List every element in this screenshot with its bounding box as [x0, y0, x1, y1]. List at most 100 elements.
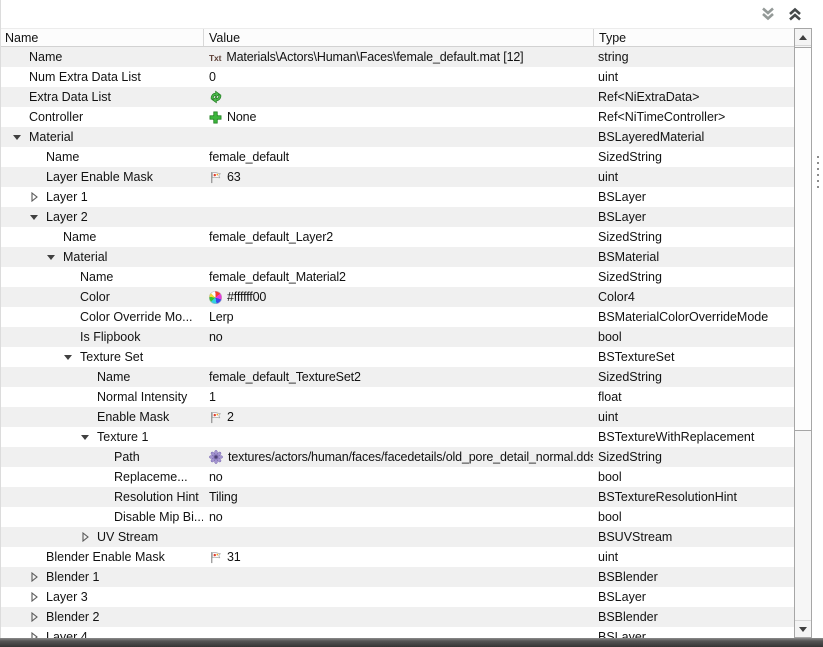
property-value-cell[interactable]: no [203, 507, 593, 527]
table-row[interactable]: UV Stream BSUVStream [1, 527, 794, 547]
table-row[interactable]: Is Flipbook no bool [1, 327, 794, 347]
property-value-cell[interactable]: 0 [203, 67, 593, 87]
property-value-cell[interactable]: female_default_Layer2 [203, 227, 593, 247]
table-row[interactable]: Disable Mip Bi... no bool [1, 507, 794, 527]
tree-collapsed-icon[interactable] [29, 572, 46, 582]
property-type: BSMaterial [598, 250, 660, 264]
property-value-cell[interactable] [203, 427, 593, 447]
property-value-cell[interactable]: #ffffff00 [203, 287, 593, 307]
property-name-cell: Disable Mip Bi... [1, 507, 203, 527]
table-row[interactable]: Blender 1 BSBlender [1, 567, 794, 587]
property-value: None [227, 110, 257, 124]
property-type: float [598, 390, 622, 404]
table-row[interactable]: Material BSMaterial [1, 247, 794, 267]
table-row[interactable]: Layer 3 BSLayer [1, 587, 794, 607]
tree-expanded-icon[interactable] [29, 212, 46, 222]
property-name-cell: Blender 2 [1, 607, 203, 627]
table-row[interactable]: Name female_default SizedString [1, 147, 794, 167]
property-value-cell[interactable]: 2 [203, 407, 593, 427]
property-value-cell[interactable]: Lerp [203, 307, 593, 327]
property-name: Blender 2 [46, 610, 100, 624]
property-value-cell[interactable]: no [203, 327, 593, 347]
table-row[interactable]: Enable Mask 2 uint [1, 407, 794, 427]
property-value-cell[interactable]: 63 [203, 167, 593, 187]
tree-collapsed-icon[interactable] [29, 592, 46, 602]
property-value: 0 [209, 70, 216, 84]
column-header-value[interactable]: Value [203, 29, 593, 46]
table-row[interactable]: Controller None Ref<NiTimeController> [1, 107, 794, 127]
table-row[interactable]: Layer 4 BSLayer [1, 627, 794, 638]
table-row[interactable]: Layer Enable Mask 63 uint [1, 167, 794, 187]
table-row[interactable]: Name female_default_Layer2 SizedString [1, 227, 794, 247]
property-name-cell: Replaceme... [1, 467, 203, 487]
property-value-cell[interactable] [203, 127, 593, 147]
property-value-cell[interactable] [203, 207, 593, 227]
property-value: 31 [227, 550, 241, 564]
property-type: BSUVStream [598, 530, 673, 544]
column-header-name[interactable]: Name [1, 29, 203, 46]
property-value-cell[interactable]: 1 [203, 387, 593, 407]
splitter-grip[interactable] [817, 156, 819, 192]
property-type: Ref<NiExtraData> [598, 90, 700, 104]
property-value-cell[interactable] [203, 567, 593, 587]
property-name-cell: Name [1, 147, 203, 167]
property-name: Texture 1 [97, 430, 149, 444]
tree-expanded-icon[interactable] [63, 352, 80, 362]
property-value-cell[interactable] [203, 347, 593, 367]
tree-collapsed-icon[interactable] [29, 612, 46, 622]
property-value-cell[interactable] [203, 527, 593, 547]
property-value: #ffffff00 [227, 290, 267, 304]
property-value: Lerp [209, 310, 234, 324]
table-row[interactable]: Replaceme... no bool [1, 467, 794, 487]
property-value-cell[interactable]: None [203, 107, 593, 127]
table-row[interactable]: Layer 1 BSLayer [1, 187, 794, 207]
property-name-cell: Layer 1 [1, 187, 203, 207]
column-header-type[interactable]: Type [593, 29, 794, 46]
tree-expanded-icon[interactable] [12, 132, 29, 142]
tree-collapsed-icon[interactable] [80, 532, 97, 542]
property-value-cell[interactable]: Tiling [203, 487, 593, 507]
tree-expanded-icon[interactable] [80, 432, 97, 442]
expand-all-button[interactable] [758, 4, 778, 24]
property-value-cell[interactable]: no [203, 467, 593, 487]
property-value: no [209, 510, 223, 524]
property-value-cell[interactable]: female_default [203, 147, 593, 167]
table-row[interactable]: Resolution Hint Tiling BSTextureResoluti… [1, 487, 794, 507]
table-row[interactable]: Material BSLayeredMaterial [1, 127, 794, 147]
property-value-cell[interactable]: female_default_Material2 [203, 267, 593, 287]
table-row[interactable]: Color Override Mo... Lerp BSMaterialColo… [1, 307, 794, 327]
property-value-cell[interactable]: female_default_TextureSet2 [203, 367, 593, 387]
property-value-cell[interactable] [203, 187, 593, 207]
property-value-cell[interactable] [203, 607, 593, 627]
property-type: BSMaterialColorOverrideMode [598, 310, 769, 324]
table-row[interactable]: Color #ffffff00 Color4 [1, 287, 794, 307]
table-row[interactable]: Name Txt Materials\Actors\Human\Faces\fem… [1, 47, 794, 67]
vertical-scrollbar[interactable] [794, 28, 812, 638]
property-value-cell[interactable] [203, 627, 593, 638]
table-row[interactable]: Normal Intensity 1 float [1, 387, 794, 407]
table-row[interactable]: Name female_default_Material2 SizedStrin… [1, 267, 794, 287]
property-value-cell[interactable] [203, 587, 593, 607]
table-row[interactable]: Num Extra Data List 0 uint [1, 67, 794, 87]
table-row[interactable]: Name female_default_TextureSet2 SizedStr… [1, 367, 794, 387]
scrollbar-thumb[interactable] [795, 47, 811, 431]
scroll-up-icon[interactable] [795, 29, 811, 46]
property-value-cell[interactable]: 31 [203, 547, 593, 567]
table-row[interactable]: Blender Enable Mask 31 uint [1, 547, 794, 567]
scroll-down-icon[interactable] [795, 620, 811, 637]
property-type: BSBlender [598, 610, 658, 624]
tree-collapsed-icon[interactable] [29, 192, 46, 202]
property-value-cell[interactable] [203, 247, 593, 267]
tree-expanded-icon[interactable] [46, 252, 63, 262]
table-row[interactable]: Path textures/actors/human/faces/facedet… [1, 447, 794, 467]
table-row[interactable]: Extra Data List Ref<NiExtraData> [1, 87, 794, 107]
table-row[interactable]: Blender 2 BSBlender [1, 607, 794, 627]
property-name: Replaceme... [114, 470, 188, 484]
table-row[interactable]: Texture Set BSTextureSet [1, 347, 794, 367]
property-value-cell[interactable] [203, 87, 593, 107]
collapse-all-button[interactable] [785, 4, 805, 24]
table-row[interactable]: Layer 2 BSLayer [1, 207, 794, 227]
property-value-cell[interactable]: textures/actors/human/faces/facedetails/… [203, 447, 593, 467]
property-value-cell[interactable]: Txt Materials\Actors\Human\Faces\female_d… [203, 47, 593, 67]
table-row[interactable]: Texture 1 BSTextureWithReplacement [1, 427, 794, 447]
